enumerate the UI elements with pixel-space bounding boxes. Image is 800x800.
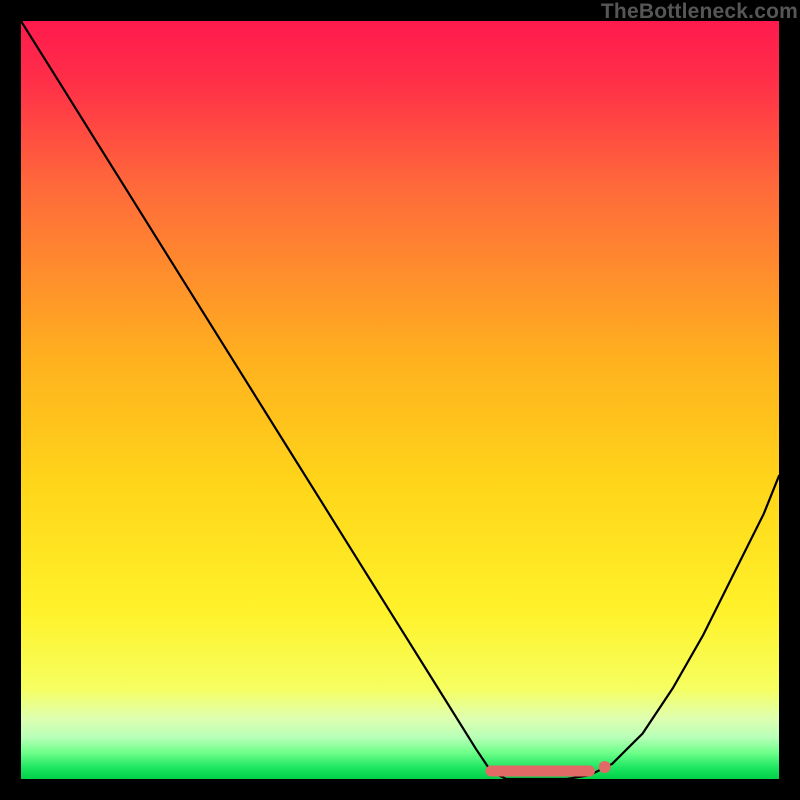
chart-frame bbox=[21, 21, 779, 779]
chart-plot bbox=[21, 21, 779, 779]
watermark: TheBottleneck.com bbox=[601, 0, 798, 24]
optimal-zone-endpoint bbox=[599, 761, 611, 773]
gradient-background bbox=[21, 21, 779, 779]
